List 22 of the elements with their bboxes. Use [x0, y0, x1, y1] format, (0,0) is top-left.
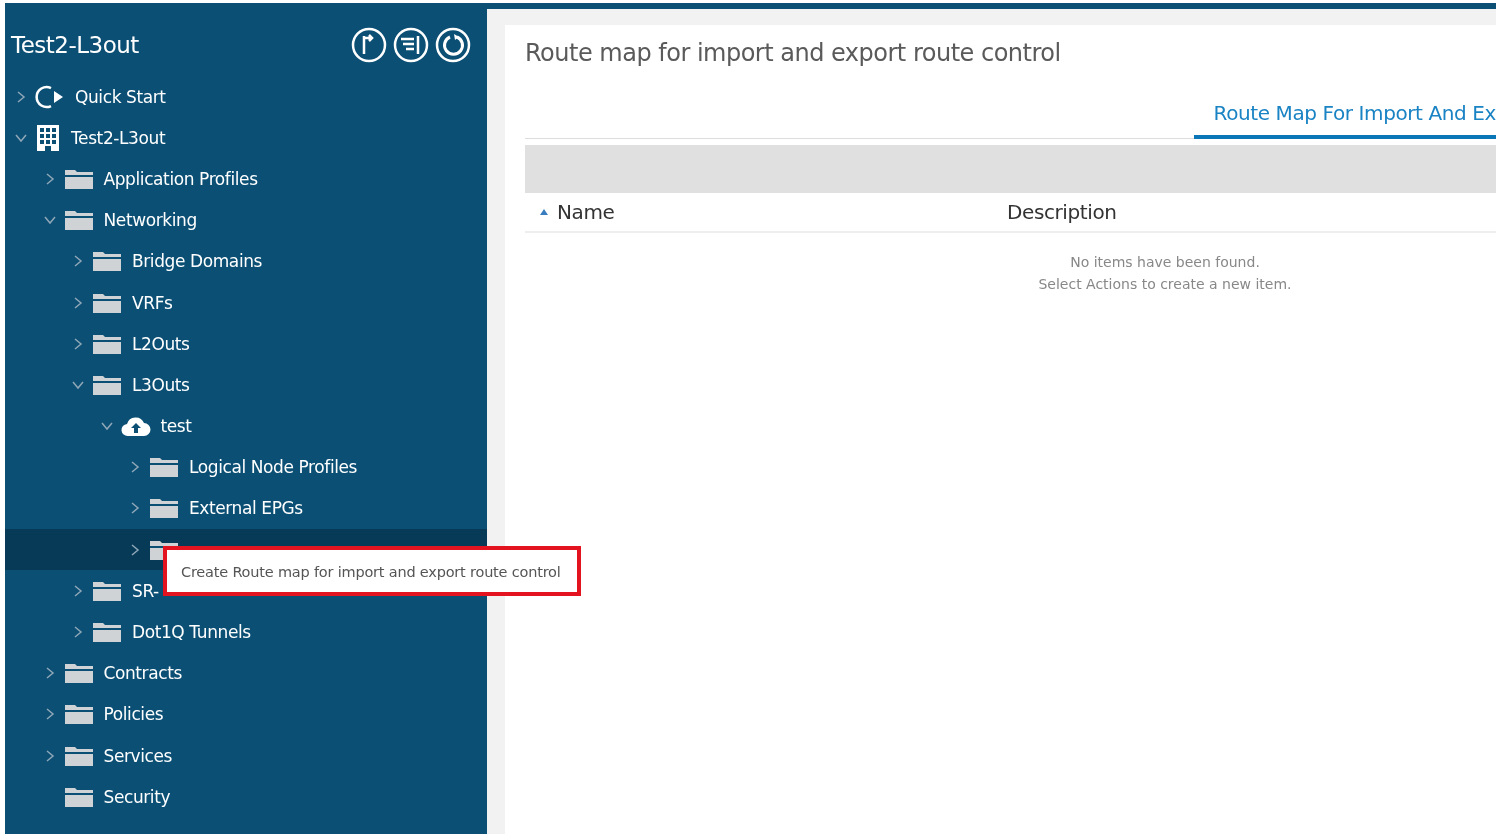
- tree-item-label: Dot1Q Tunnels: [132, 622, 251, 643]
- tree-item-label: Test2-L3out: [71, 127, 166, 148]
- sidebar-title: Test2-L3out: [11, 31, 139, 58]
- empty-message: Select Actions to create a new item.: [1038, 275, 1292, 294]
- tree-item-label: Networking: [103, 210, 197, 231]
- tree-item-label: Contracts: [103, 663, 182, 684]
- tree-item-label: Policies: [103, 704, 164, 725]
- tree-item-label: test: [160, 416, 192, 437]
- tree-item-label: SR-: [132, 580, 159, 601]
- tree-item-label: External EPGs: [189, 498, 303, 519]
- tree-item-label: L2Outs: [132, 333, 190, 354]
- tree-item-label: Quick Start: [75, 86, 166, 107]
- tree-item-label: Application Profiles: [103, 168, 258, 189]
- tree-item-label: L3Outs: [132, 374, 190, 395]
- tree-item-label: VRFs: [132, 292, 173, 313]
- tree-item-label: Logical Node Profiles: [189, 457, 358, 478]
- tree-item-label: Services: [103, 745, 172, 766]
- empty-message: No items have been found.: [1070, 253, 1260, 272]
- tree-item-label: Security: [103, 786, 171, 807]
- tooltip: Create Route map for import and export route control: [163, 546, 581, 596]
- tree-item-label: Bridge Domains: [132, 251, 263, 272]
- panel-title: Route map for import and export route control: [525, 39, 1062, 67]
